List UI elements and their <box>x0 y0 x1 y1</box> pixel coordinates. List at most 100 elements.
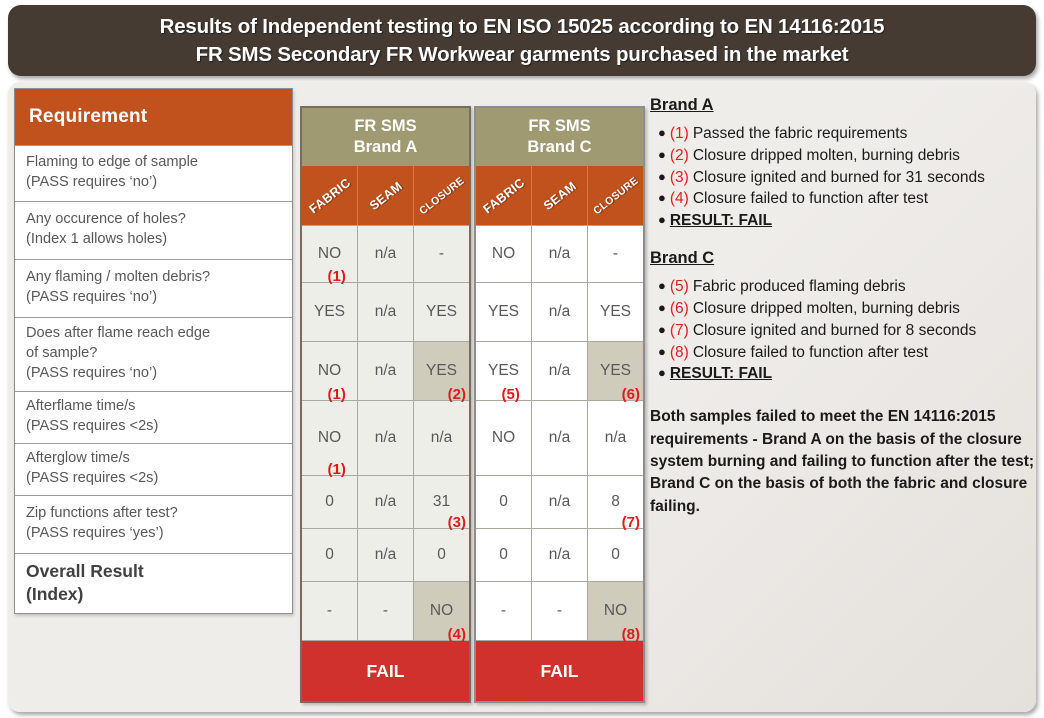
table-row: 0 n/a 31 (3) <box>302 475 469 530</box>
brand-title-line-1: FR SMS <box>354 117 417 135</box>
cell-value: YES <box>425 362 457 380</box>
brand-title-line-2: Brand A <box>353 137 418 156</box>
column-header-fabric: FABRIC <box>302 166 358 226</box>
bullet-icon: ● <box>658 212 666 228</box>
table-cell-fabric: 0 <box>302 529 358 582</box>
cell-footnote-marker: (8) <box>621 626 640 644</box>
cell-value: NO <box>603 602 628 620</box>
cell-value: n/a <box>430 429 453 447</box>
cell-value: NO <box>317 245 342 263</box>
table-cell-fabric: 0 <box>302 476 358 529</box>
table-cell-seam: n/a <box>532 226 588 283</box>
table-cell-seam: - <box>532 582 588 641</box>
table-cell-fabric: YES <box>476 283 532 342</box>
table-row: YES (5) n/a YES (6) <box>476 341 643 404</box>
cell-footnote-marker: (1) <box>327 268 346 286</box>
table-cell-seam: n/a <box>358 529 414 582</box>
column-header-row: FABRIC SEAM CLOSURE <box>476 166 643 226</box>
cell-value: - <box>612 245 619 263</box>
column-header-seam: SEAM <box>532 166 588 226</box>
slide-root: Results of Independent testing to EN ISO… <box>0 0 1044 718</box>
note-number: (8) <box>669 343 689 361</box>
cell-value: n/a <box>374 362 397 380</box>
requirement-line: Afterflame time/s <box>26 398 136 415</box>
requirement-line: of sample? <box>26 345 98 361</box>
table-row: 0 n/a 0 <box>302 528 469 582</box>
cell-value: - <box>556 602 563 620</box>
note-item: ● (5) Fabric produced flaming debris <box>650 277 1035 297</box>
table-cell-fabric: NO (1) <box>302 401 358 477</box>
requirement-line: Overall Result <box>26 560 144 581</box>
cell-value: 0 <box>499 493 508 511</box>
cell-value: n/a <box>374 429 397 447</box>
table-row: 0 n/a 8 (7) <box>476 475 643 530</box>
requirement-line: Does after flame reach edge <box>26 325 211 342</box>
table-cell-closure: n/a <box>414 401 469 475</box>
cell-value: 8 <box>611 493 620 511</box>
table-cell-fabric: - <box>476 582 532 641</box>
table-cell-closure: 0 <box>588 529 643 581</box>
note-text: Closure failed to function after test <box>692 343 929 361</box>
table-cell-fabric: - <box>302 582 358 641</box>
table-row: NO n/a n/a <box>476 400 643 476</box>
summary-text: Both samples failed to meet the EN 14116… <box>650 408 1035 515</box>
cell-footnote-marker: (5) <box>501 386 520 404</box>
note-text: Closure dripped molten, burning debris <box>692 146 960 164</box>
table-cell-seam: n/a <box>532 283 588 342</box>
table-cell-seam: n/a <box>358 401 414 476</box>
table-cell-closure: NO (8) <box>588 582 643 644</box>
cell-footnote-marker: (1) <box>327 386 346 404</box>
table-cell-fabric: YES <box>302 283 358 342</box>
cell-value: n/a <box>374 303 397 321</box>
results-table-brand-c: FR SMS Brand C FABRIC SEAM CLOSURE NO n/a - YES n… <box>474 106 645 704</box>
note-item: ● (3) Closure ignited and burned for 31 se… <box>650 168 1035 188</box>
title-line-1: Results of Independent testing to EN ISO… <box>159 15 885 39</box>
table-cell-seam: n/a <box>358 476 414 529</box>
table-cell-closure: NO (4) <box>414 582 469 642</box>
note-text: Closure ignited and burned for 8 seconds <box>692 321 977 339</box>
table-row: NO (1) n/a - <box>302 225 469 286</box>
table-cell-seam: n/a <box>358 283 414 342</box>
note-number: (3) <box>669 168 689 186</box>
cell-value: 0 <box>499 546 508 564</box>
brand-title: FR SMS Brand C <box>476 108 643 167</box>
brand-title-line-1: FR SMS <box>528 117 591 135</box>
table-row: 0 n/a 0 <box>476 528 643 582</box>
table-cell-fabric: NO (1) <box>302 226 358 286</box>
bullet-icon: ● <box>658 365 666 381</box>
column-header-label: FABRIC <box>480 175 527 217</box>
cell-value: 0 <box>325 493 334 511</box>
table-cell-fabric: 0 <box>476 476 532 529</box>
table-cell-closure: 31 (3) <box>414 476 469 530</box>
requirement-line: Flaming to edge of sample <box>26 154 198 171</box>
table-row: - - NO (8) <box>476 581 643 644</box>
cell-value: - <box>438 245 445 263</box>
table-cell-closure: 8 (7) <box>588 476 643 530</box>
note-number: (6) <box>669 299 689 317</box>
column-header-label: FABRIC <box>306 175 353 217</box>
cell-value: n/a <box>604 429 627 447</box>
requirement-row: Any occurence of holes? (Index 1 allows h… <box>15 201 292 259</box>
note-result-item: ● RESULT: FAIL <box>650 364 1035 384</box>
table-cell-closure: - <box>414 226 469 282</box>
bullet-icon: ● <box>658 125 666 140</box>
table-cell-closure: - <box>588 226 643 282</box>
cell-value: - <box>500 602 507 620</box>
table-cell-seam: n/a <box>532 476 588 529</box>
cell-value: 0 <box>611 546 620 564</box>
requirement-header: Requirement <box>15 89 292 145</box>
results-table-brand-a: FR SMS Brand A FABRIC SEAM CLOSURE NO (1) n/a - Y… <box>300 106 471 704</box>
requirement-line: Afterglow time/s <box>26 450 130 467</box>
table-cell-seam: n/a <box>532 401 588 476</box>
cell-value: NO <box>317 429 342 447</box>
note-number: (5) <box>669 278 689 296</box>
requirement-line: (PASS requires <2s) <box>26 418 159 434</box>
overall-result-badge: FAIL <box>476 640 643 702</box>
cell-value: YES <box>313 303 345 321</box>
requirement-row: Any flaming / molten debris? (PASS requir… <box>15 259 292 317</box>
column-header-closure: CLOSURE <box>414 166 469 225</box>
table-cell-closure: YES (6) <box>588 342 643 402</box>
column-header-seam: SEAM <box>358 166 414 226</box>
cell-value: 0 <box>325 546 334 564</box>
table-cell-closure: n/a <box>588 401 643 475</box>
